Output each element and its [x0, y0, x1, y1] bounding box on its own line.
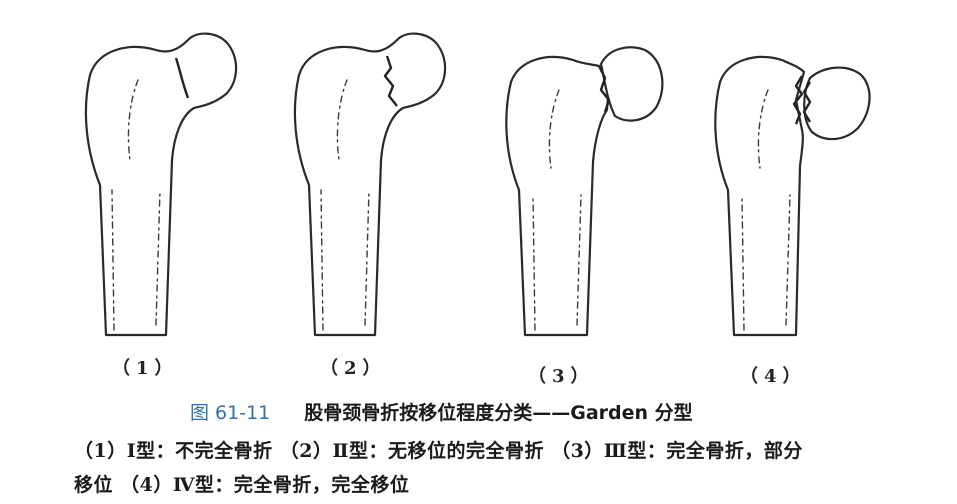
description-line-2: 移位 （4）Ⅳ型：完全骨折，完全移位	[74, 474, 410, 496]
femur-illustration-type-1	[78, 20, 238, 350]
description-line-1: （1）Ⅰ型：不完全骨折 （2）Ⅱ型：无移位的完全骨折 （3）Ⅲ型：完全骨折，部分	[74, 440, 803, 462]
figure-title: 股骨颈骨折按移位程度分类——Garden 分型	[304, 402, 693, 424]
figure-label-4: （4）	[740, 366, 807, 387]
figure-label-1: （1）	[112, 358, 179, 379]
figure-number: 图 61-11	[190, 402, 271, 424]
figure-label-2: （2）	[320, 358, 387, 379]
femur-illustration-type-2	[287, 20, 467, 350]
femur-illustration-type-4	[706, 20, 886, 350]
femur-illustration-type-3	[497, 20, 677, 350]
figure-caption: 图 61-11 股骨颈骨折按移位程度分类——Garden 分型	[190, 398, 693, 425]
figure-label-3: （3）	[528, 366, 595, 387]
figure-illustrations: （1） （2） （3） （4）	[0, 0, 957, 387]
